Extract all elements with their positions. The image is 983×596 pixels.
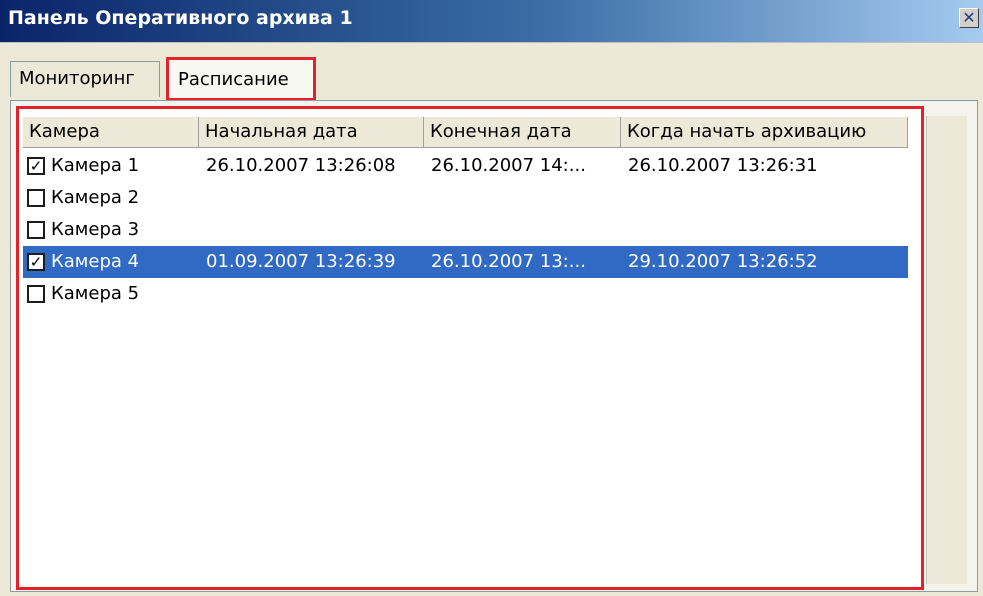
tab-schedule[interactable]: Расписание <box>166 57 316 101</box>
camera-checkbox[interactable] <box>27 189 45 207</box>
table-row[interactable]: ✓ Камера 4 01.09.2007 13:26:39 26.10.2007 1… <box>22 245 909 279</box>
cell-camera: Камера 2 <box>51 187 140 208</box>
camera-checkbox[interactable]: ✓ <box>27 253 45 271</box>
camera-checkbox[interactable]: ✓ <box>27 157 45 175</box>
cell-camera: Камера 5 <box>51 283 140 304</box>
camera-checkbox[interactable] <box>27 285 45 303</box>
column-header-archive-start[interactable]: Когда начать архивацию <box>621 117 908 147</box>
cell-start-date: 26.10.2007 13:26:08 <box>206 155 396 176</box>
cell-camera: Камера 3 <box>51 219 140 240</box>
cell-start-date: 01.09.2007 13:26:39 <box>206 251 396 272</box>
archive-panel-window: Панель Оперативного архива 1 ✕ Мониторин… <box>0 0 983 596</box>
column-header-camera[interactable]: Камера <box>23 117 199 147</box>
window-title: Панель Оперативного архива 1 <box>8 7 353 29</box>
tab-monitoring[interactable]: Мониторинг <box>10 61 160 97</box>
cell-archive-start: 26.10.2007 13:26:31 <box>628 155 818 176</box>
cell-archive-start: 29.10.2007 13:26:52 <box>628 251 818 272</box>
table-row[interactable]: Камера 2 <box>23 182 908 214</box>
title-bar[interactable]: Панель Оперативного архива 1 ✕ <box>0 0 983 43</box>
cell-end-date: 26.10.2007 14:... <box>431 155 586 176</box>
vertical-scrollbar[interactable] <box>926 116 967 584</box>
cell-end-date: 26.10.2007 13:... <box>431 251 586 272</box>
column-header-start-date[interactable]: Начальная дата <box>199 117 424 147</box>
column-header-end-date[interactable]: Конечная дата <box>424 117 621 147</box>
table-row[interactable]: ✓ Камера 1 26.10.2007 13:26:08 26.10.2007 1… <box>23 150 908 182</box>
cell-camera: Камера 1 <box>51 155 140 176</box>
camera-schedule-list: Камера Начальная дата Конечная дата Когд… <box>16 106 924 590</box>
cell-camera: Камера 4 <box>51 251 140 272</box>
camera-checkbox[interactable] <box>27 221 45 239</box>
close-icon[interactable]: ✕ <box>959 8 979 28</box>
table-row[interactable]: Камера 3 <box>23 214 908 246</box>
table-row[interactable]: Камера 5 <box>23 278 908 310</box>
table-header: Камера Начальная дата Конечная дата Когд… <box>23 116 908 148</box>
